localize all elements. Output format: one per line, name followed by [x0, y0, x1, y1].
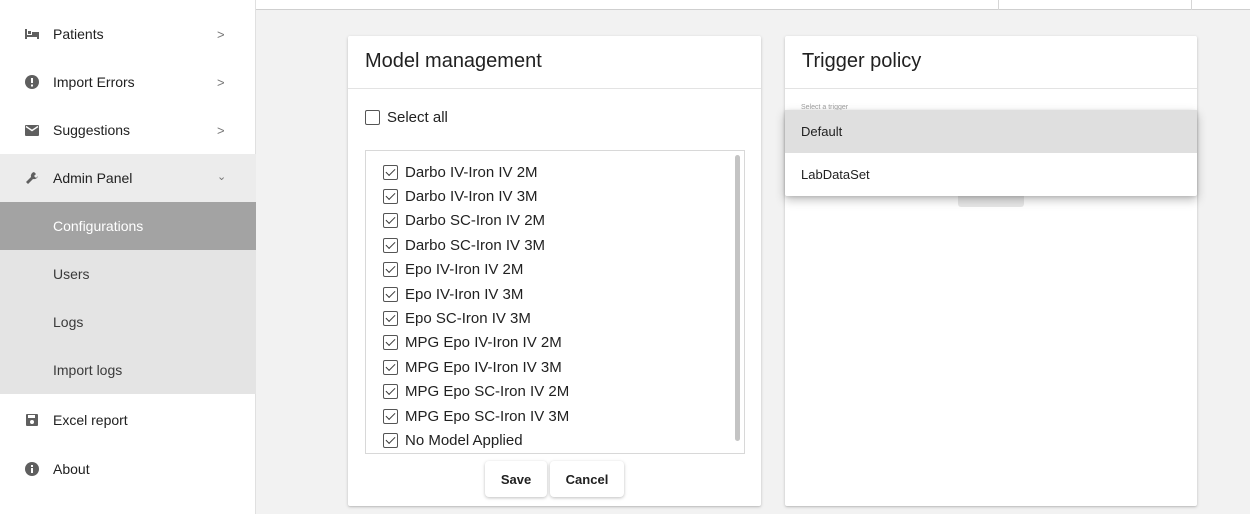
cancel-button[interactable]: Cancel [550, 461, 624, 497]
checkbox-checked-icon [383, 188, 398, 204]
checkbox-checked-icon [383, 164, 398, 180]
sidebar-item-label: Admin Panel [53, 170, 133, 186]
list-scrollbar[interactable] [735, 155, 740, 441]
checkbox-checked-icon [383, 383, 398, 399]
checkbox-checked-icon [383, 334, 398, 350]
model-management-card: Model management Select all Darbo IV-Iro… [348, 36, 761, 506]
checkbox-checked-icon [383, 212, 398, 228]
save-icon [24, 412, 40, 428]
sidebar-item-label: Excel report [53, 412, 128, 428]
model-checkbox[interactable]: Darbo SC-Iron IV 2M [383, 210, 545, 230]
sidebar-subitem-users[interactable]: Users [0, 250, 256, 298]
card-divider [348, 88, 761, 89]
info-icon [24, 461, 40, 477]
model-checkbox[interactable]: Darbo IV-Iron IV 3M [383, 186, 538, 206]
model-label: Epo IV-Iron IV 3M [405, 285, 524, 303]
sidebar-item-suggestions[interactable]: Suggestions > [0, 106, 256, 154]
model-label: No Model Applied [405, 431, 523, 449]
save-button[interactable]: Save [485, 461, 547, 497]
trigger-option-default[interactable]: Default [785, 110, 1197, 153]
sidebar-item-label: Suggestions [53, 122, 131, 138]
model-checkbox[interactable]: No Model Applied [383, 430, 523, 450]
model-checkbox[interactable]: Darbo SC-Iron IV 3M [383, 235, 545, 255]
model-checkbox[interactable]: MPG Epo IV-Iron IV 3M [383, 357, 562, 377]
model-checkbox[interactable]: MPG Epo SC-Iron IV 2M [383, 381, 569, 401]
sidebar-subitem-import-logs[interactable]: Import logs [0, 346, 256, 394]
checkbox-checked-icon [383, 310, 398, 326]
model-checkbox[interactable]: Epo IV-Iron IV 2M [383, 259, 523, 279]
chevron-right-icon: > [217, 26, 225, 42]
sidebar-item-excel-report[interactable]: Excel report [0, 396, 256, 444]
sidebar-subitem-configurations[interactable]: Configurations [0, 202, 256, 250]
sidebar-item-label: Import Errors [53, 74, 135, 90]
model-label: Darbo IV-Iron IV 3M [405, 187, 538, 205]
model-label: Epo IV-Iron IV 2M [405, 260, 524, 278]
model-label: MPG Epo SC-Iron IV 2M [405, 382, 570, 400]
top-app-bar [256, 0, 1250, 10]
top-bar-divider [1191, 0, 1192, 10]
sidebar-item-admin-panel[interactable]: Admin Panel ⌄ [0, 154, 256, 202]
checkbox-checked-icon [383, 408, 398, 424]
model-label: Epo SC-Iron IV 3M [405, 309, 531, 327]
chevron-down-icon: ⌄ [217, 171, 227, 183]
checkbox-checked-icon [383, 359, 398, 375]
card-divider [785, 88, 1197, 89]
checkbox-checked-icon [383, 432, 398, 448]
sidebar-item-label: Patients [53, 26, 104, 42]
bed-icon [24, 26, 40, 42]
model-checkbox[interactable]: Epo IV-Iron IV 3M [383, 284, 523, 304]
checkbox-checked-icon [383, 237, 398, 253]
select-all-label: Select all [387, 109, 448, 126]
checkbox-checked-icon [383, 286, 398, 302]
sidebar-subitem-logs[interactable]: Logs [0, 298, 256, 346]
model-list[interactable]: Darbo IV-Iron IV 2M Darbo IV-Iron IV 3M … [365, 150, 745, 454]
sidebar-subitem-label: Users [53, 266, 90, 282]
model-checkbox[interactable]: Darbo IV-Iron IV 2M [383, 162, 538, 182]
model-label: MPG Epo IV-Iron IV 2M [405, 333, 562, 351]
checkbox-checked-icon [383, 261, 398, 277]
sidebar-item-patients[interactable]: Patients > [0, 10, 256, 58]
model-checkbox[interactable]: MPG Epo IV-Iron IV 2M [383, 332, 562, 352]
model-label: Darbo SC-Iron IV 2M [405, 211, 546, 229]
sidebar-subitem-label: Configurations [53, 218, 144, 234]
trigger-option-labdataset[interactable]: LabDataSet [785, 153, 1197, 196]
mail-icon [24, 122, 40, 138]
top-bar-divider [998, 0, 999, 10]
model-checkbox[interactable]: Epo SC-Iron IV 3M [383, 308, 531, 328]
sidebar: Patients > Import Errors > Suggestions >… [0, 0, 256, 514]
sidebar-item-label: About [53, 461, 90, 477]
model-label: Darbo IV-Iron IV 2M [405, 163, 538, 181]
chevron-right-icon: > [217, 122, 225, 138]
model-checkbox[interactable]: MPG Epo SC-Iron IV 3M [383, 406, 569, 426]
model-label: MPG Epo SC-Iron IV 3M [405, 407, 570, 425]
error-icon [24, 74, 40, 90]
sidebar-subitem-label: Logs [53, 314, 84, 330]
sidebar-item-about[interactable]: About [0, 445, 256, 493]
sidebar-item-import-errors[interactable]: Import Errors > [0, 58, 256, 106]
checkbox-icon [365, 110, 380, 125]
card-title: Model management [365, 50, 542, 72]
chevron-right-icon: > [217, 74, 225, 90]
sidebar-subitem-label: Import logs [53, 362, 123, 378]
card-title: Trigger policy [802, 50, 922, 72]
trigger-dropdown-menu[interactable]: Default LabDataSet [785, 110, 1197, 196]
select-all-checkbox[interactable]: Select all [365, 109, 448, 126]
model-label: MPG Epo IV-Iron IV 3M [405, 358, 562, 376]
model-label: Darbo SC-Iron IV 3M [405, 236, 546, 254]
wrench-icon [24, 170, 40, 186]
